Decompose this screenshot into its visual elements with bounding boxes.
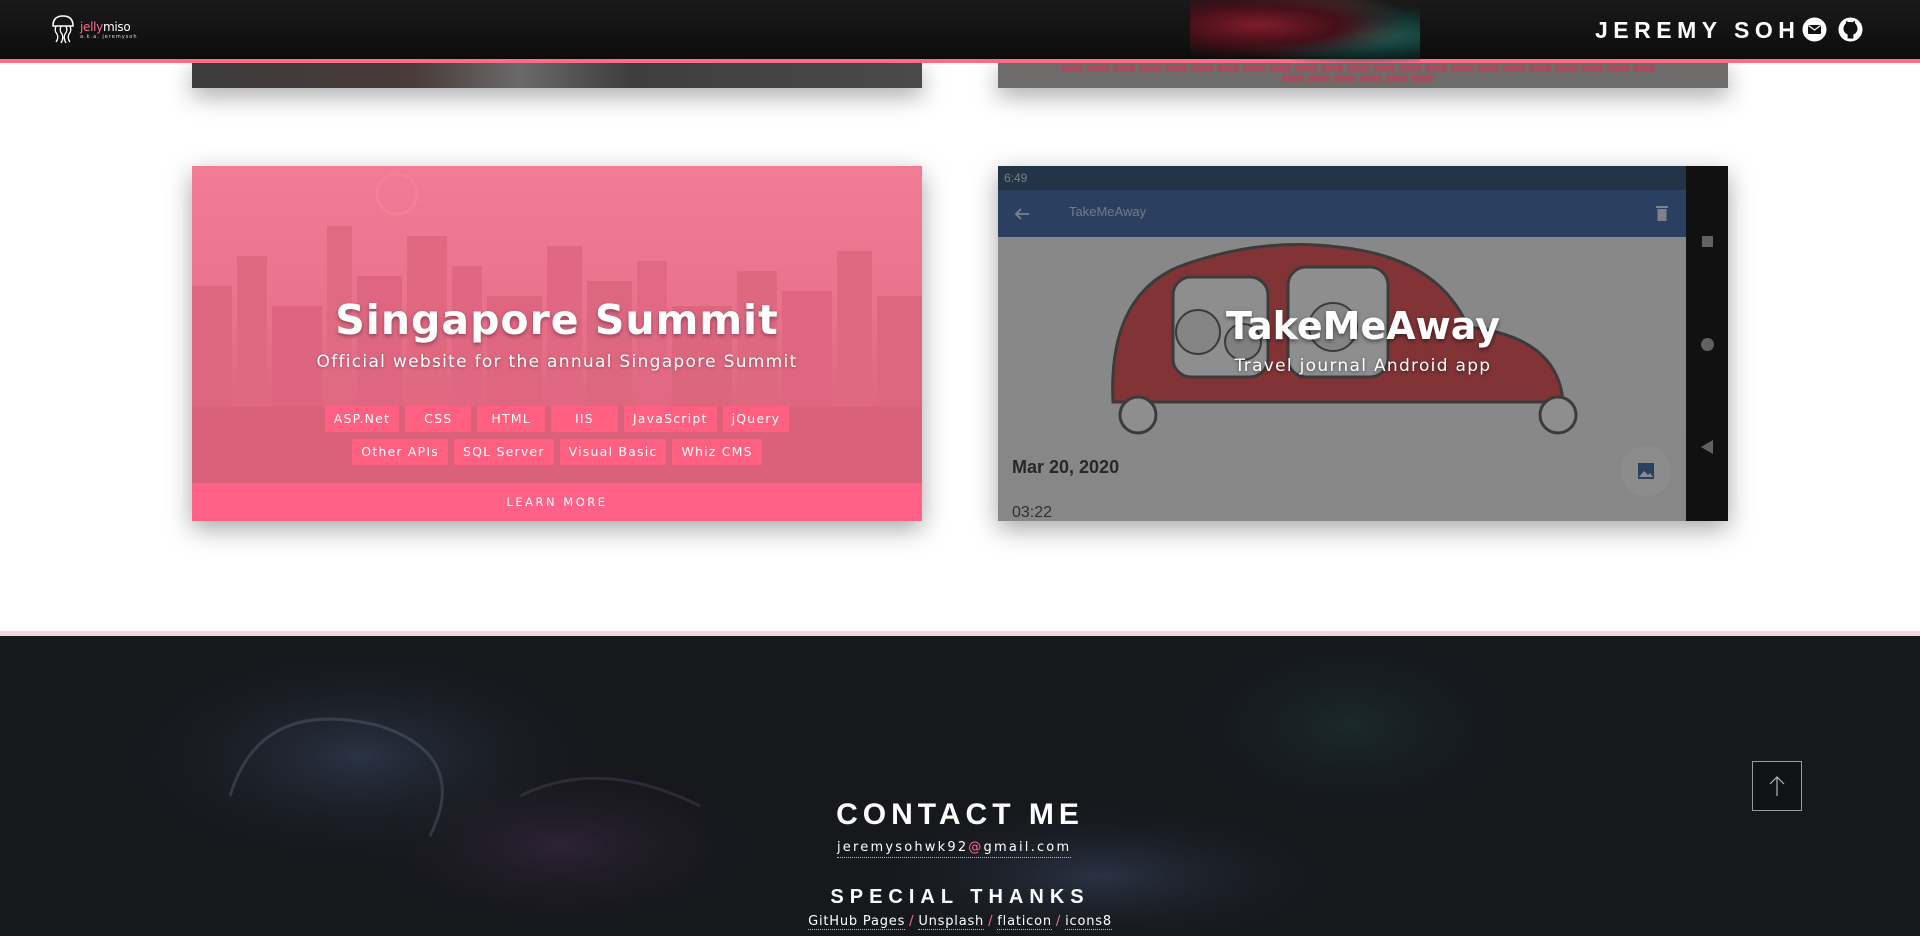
email-user: jeremysohwk92 — [837, 840, 969, 855]
project-title: TakeMeAway — [1225, 304, 1501, 348]
thanks-link-flaticon[interactable]: flaticon — [997, 914, 1052, 930]
learn-more-button[interactable]: LEARN MORE — [192, 483, 922, 521]
logo-name-part1: jelly — [80, 19, 103, 34]
tag-chip: Other APIs — [352, 439, 448, 465]
tag-chip: jQuery — [722, 406, 790, 432]
tag-chip: Whiz CMS — [672, 439, 762, 465]
tag-chip: IIS — [550, 406, 618, 432]
tag-chip: JavaScript — [623, 406, 717, 432]
special-thanks-links: GitHub Pages / Unsplash / flaticon / icons8 — [0, 914, 1920, 930]
logo-tagline: a.k.a. jeremysoh — [80, 33, 138, 40]
separator: / — [909, 914, 915, 929]
jellyfish-icon — [52, 15, 74, 44]
partial-tag-chips — [1058, 65, 1658, 82]
thanks-link-icons8[interactable]: icons8 — [1065, 914, 1112, 930]
tag-chip: CSS — [405, 406, 472, 432]
logo-name-part2: miso — [103, 19, 131, 34]
project-card-takemeaway[interactable]: 6:49 TakeMeAway Mar 20, 2020 03:22 TakeM… — [998, 166, 1728, 521]
site-header: jellymiso a.k.a. jeremysoh JEREMY SOH — [0, 0, 1920, 63]
back-to-top-button[interactable] — [1752, 761, 1802, 811]
logo[interactable]: jellymiso a.k.a. jeremysoh — [48, 14, 138, 46]
project-card-partial-right[interactable] — [998, 63, 1728, 88]
header-banner-art — [1190, 0, 1420, 63]
site-footer: CONTACT ME jeremysohwk92@gmail.com SPECI… — [0, 636, 1920, 936]
tag-chip: SQL Server — [453, 439, 554, 465]
project-description: Official website for the annual Singapor… — [316, 352, 798, 372]
project-card-partial-left[interactable] — [192, 63, 922, 88]
tech-tags: ASP.Net CSS HTML IIS JavaScript jQuery O… — [277, 406, 837, 465]
mail-icon[interactable] — [1802, 17, 1827, 42]
thanks-link-github-pages[interactable]: GitHub Pages — [808, 914, 906, 930]
contact-title: CONTACT ME — [836, 798, 1084, 831]
email-domain: gmail.com — [983, 840, 1072, 855]
project-title: Singapore Summit — [335, 296, 779, 344]
site-name[interactable]: JEREMY SOH — [1595, 17, 1800, 43]
arrow-up-icon — [1769, 776, 1785, 796]
email-link[interactable]: jeremysohwk92@gmail.com — [837, 840, 1072, 858]
separator: / — [1055, 914, 1062, 929]
tag-chip: Visual Basic — [559, 439, 667, 465]
github-icon[interactable] — [1838, 17, 1863, 42]
tag-chip: HTML — [477, 406, 545, 432]
separator: / — [988, 914, 994, 929]
email-at: @ — [968, 840, 984, 855]
project-card-singapore-summit[interactable]: Singapore Summit Official website for th… — [192, 166, 922, 521]
thanks-link-unsplash[interactable]: Unsplash — [918, 914, 985, 930]
tag-chip: ASP.Net — [324, 406, 400, 432]
project-description: Travel journal Android app — [1234, 356, 1492, 376]
special-thanks-title: SPECIAL THANKS — [830, 886, 1090, 908]
